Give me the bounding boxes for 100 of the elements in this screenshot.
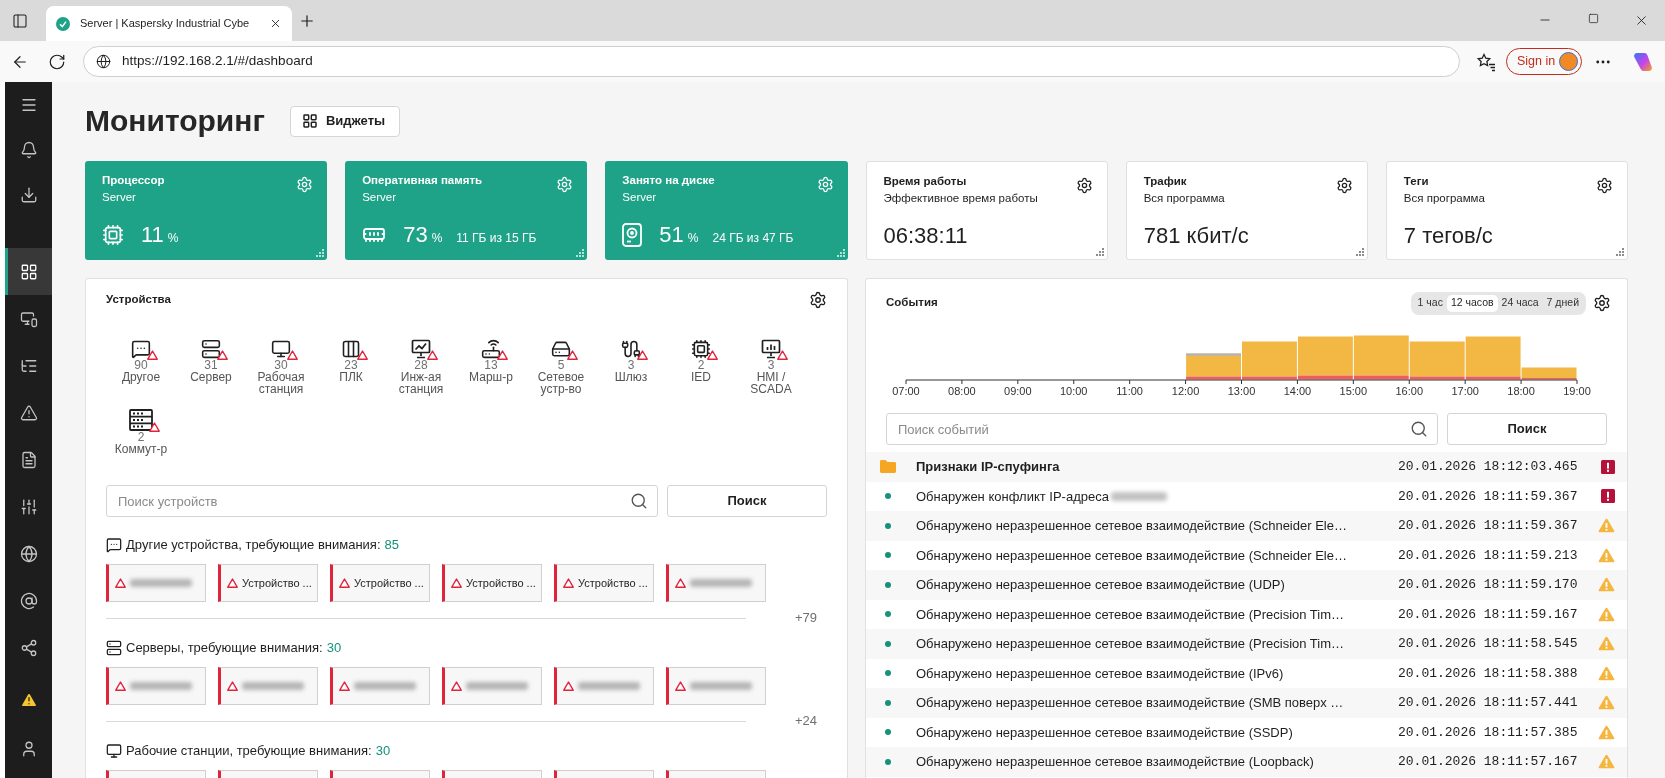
- sliders-icon: [19, 497, 38, 516]
- attention-count: 30: [375, 742, 391, 761]
- section-title: Рабочие станции, требующие внимания:: [126, 742, 372, 761]
- device-card[interactable]: Устройство ...: [442, 564, 542, 602]
- axis-label: 12:00: [1171, 384, 1200, 398]
- axis-label: 11:00: [1116, 384, 1143, 398]
- attention-count: 85: [384, 536, 399, 555]
- warning-icon: [563, 578, 574, 588]
- device-name: Устройство ...: [242, 575, 312, 591]
- device-card[interactable]: [330, 770, 430, 778]
- event-text: Обнаружено неразрешенное сетевое взаимодействие (Loopback): [916, 753, 1314, 771]
- search-field[interactable]: Поиск устройств: [106, 485, 658, 517]
- device-card[interactable]: [106, 564, 206, 602]
- event-row[interactable]: Обнаружено неразрешенное сетевое взаимодействие (Loopback) 20.01.2026 18:11:57.167: [866, 747, 1627, 777]
- server-icon: [106, 640, 122, 656]
- sidebar-panel-icon[interactable]: [12, 12, 28, 29]
- card-subtitle: Эффективное время работы: [883, 191, 1038, 206]
- page-title: Мониторинг: [85, 103, 265, 139]
- axis-label: 18:00: [1507, 384, 1535, 398]
- metric-value: 73: [403, 221, 428, 249]
- device-card[interactable]: [666, 564, 766, 602]
- card-subtitle: Вся программа: [1403, 191, 1485, 206]
- resize-handle-icon[interactable]: [836, 249, 845, 257]
- device-type-label: Другое: [120, 371, 162, 383]
- stacked-bar: [1353, 335, 1409, 380]
- event-text: Обнаружен конфликт IP-адреса: [916, 487, 1109, 506]
- device-card[interactable]: [106, 770, 206, 778]
- card-title: Процессор: [102, 173, 165, 188]
- card-subtitle: Вся программа: [1143, 191, 1225, 206]
- settings-icon[interactable]: [1335, 177, 1353, 194]
- metric-detail: 24 ГБ из 47 ГБ: [712, 230, 794, 247]
- device-card[interactable]: [442, 667, 542, 705]
- device-type-label: ПЛК: [338, 371, 364, 383]
- settings-icon[interactable]: [1593, 294, 1611, 312]
- time-range-option[interactable]: 1 час: [1413, 294, 1447, 312]
- blurred-text: [242, 682, 304, 690]
- device-card[interactable]: Устройство ...: [218, 564, 318, 602]
- close-icon[interactable]: [269, 17, 282, 30]
- device-card[interactable]: [218, 770, 318, 778]
- device-type-label: Сервер: [189, 371, 233, 383]
- device-card[interactable]: Устройство ...: [554, 564, 654, 602]
- chip-icon: [691, 339, 711, 359]
- event-text: Обнаружено неразрешенное сетевое взаимодействие (SMB поверх …: [916, 694, 1344, 712]
- more-count[interactable]: +24: [794, 711, 817, 731]
- favorites-icon[interactable]: [1476, 51, 1496, 72]
- device-card[interactable]: [106, 667, 206, 705]
- device-card[interactable]: [330, 667, 430, 705]
- axis-label: 09:00: [1004, 384, 1032, 398]
- multicolor-logo-icon[interactable]: [1633, 51, 1653, 72]
- card-subtitle: Server: [362, 190, 398, 205]
- more-count[interactable]: +79: [794, 608, 817, 628]
- device-count: 28: [414, 359, 428, 371]
- device-type-label: Сетевое устр-во: [536, 371, 586, 395]
- event-row[interactable]: Обнаружено неразрешенное сетевое взаимодействие (SMB поверх … 20.01.2026 18:11:57.441: [866, 688, 1627, 718]
- browser-tab[interactable]: Server | Kaspersky Industrial Cybe: [46, 6, 292, 41]
- widgets-button[interactable]: Виджеты: [289, 105, 400, 137]
- event-text: Обнаружено неразрешенное сетевое взаимодействие (UDP): [916, 576, 1285, 594]
- chat-dots-icon: [131, 339, 151, 359]
- site-logo-icon: [56, 16, 70, 31]
- resize-handle-icon[interactable]: [576, 249, 585, 257]
- event-row[interactable]: Обнаружено неразрешенное сетевое взаимодействие (Schneider Ele… 20.01.2026 18:11:59.367: [866, 511, 1627, 541]
- resize-handle-icon[interactable]: [1355, 248, 1364, 256]
- time-range-option[interactable]: 12 часов: [1446, 294, 1498, 312]
- axis-label: 15:00: [1339, 384, 1368, 398]
- warning-icon: [563, 681, 574, 691]
- settings-icon[interactable]: [809, 291, 827, 309]
- event-row[interactable]: Признаки IP-спуфинга 20.01.2026 18:12:03.465: [866, 452, 1627, 482]
- warning-icon: [675, 681, 686, 691]
- settings-icon[interactable]: [1075, 177, 1093, 194]
- status-dot-icon: [885, 493, 891, 500]
- search-button[interactable]: Поиск: [1447, 413, 1607, 445]
- device-card[interactable]: [554, 667, 654, 705]
- reload-icon[interactable]: [48, 52, 66, 71]
- search-button[interactable]: Поиск: [667, 485, 827, 517]
- monitor-icon: [271, 339, 291, 359]
- blurred-text: [130, 579, 192, 587]
- device-card[interactable]: [666, 770, 766, 778]
- device-card[interactable]: [218, 667, 318, 705]
- avatar-icon: [1559, 52, 1578, 71]
- device-card[interactable]: [666, 667, 766, 705]
- resize-handle-icon[interactable]: [1095, 248, 1104, 256]
- metric-value: 11: [141, 221, 164, 249]
- time-range-option[interactable]: 24 часа: [1497, 294, 1543, 312]
- search-field[interactable]: Поиск событий: [886, 413, 1438, 445]
- event-row[interactable]: Обнаружено неразрешенное сетевое взаимодействие (Precision Tim… 20.01.2026 18:11:58.545: [866, 629, 1627, 659]
- event-row[interactable]: Обнаружено неразрешенное сетевое взаимодействие (UDP) 20.01.2026 18:11:59.170: [866, 570, 1627, 600]
- event-text: Обнаружено неразрешенное сетевое взаимодействие (IPv6): [916, 664, 1284, 683]
- device-card[interactable]: [554, 770, 654, 778]
- sidebar-item[interactable]: [5, 248, 52, 295]
- maximize-icon[interactable]: [1587, 13, 1599, 24]
- resize-handle-icon[interactable]: [316, 249, 325, 257]
- address-field[interactable]: https://192.168.2.1/#/dashboard: [83, 46, 1460, 77]
- device-card[interactable]: [442, 770, 542, 778]
- section-title: Другие устройства, требующие внимания:: [126, 536, 381, 555]
- resize-handle-icon[interactable]: [1616, 248, 1624, 256]
- server-icon: [201, 339, 221, 359]
- unit-label: %: [167, 230, 179, 247]
- device-card[interactable]: Устройство ...: [330, 564, 430, 602]
- settings-icon[interactable]: [1596, 177, 1613, 194]
- time-range-option[interactable]: 7 дней: [1542, 294, 1583, 312]
